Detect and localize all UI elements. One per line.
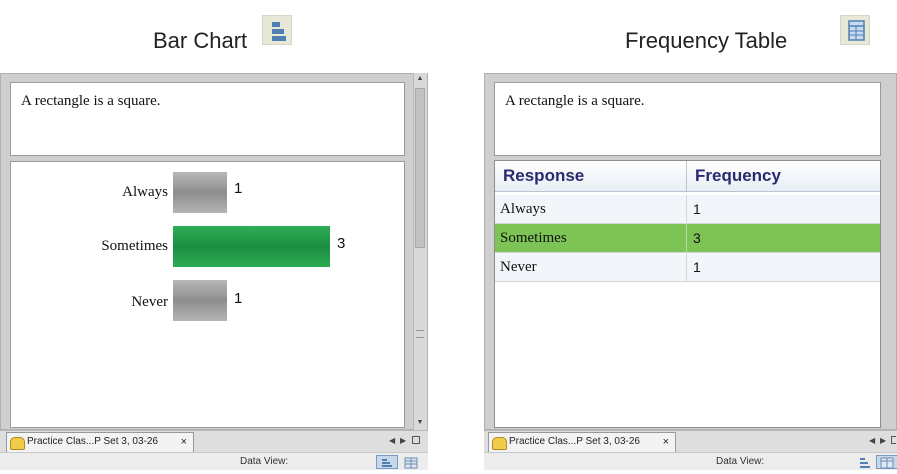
tab-nav-left-icon[interactable]: ◀	[869, 436, 875, 445]
question-prompt: A rectangle is a square.	[10, 82, 405, 156]
bar-label-sometimes: Sometimes	[101, 238, 168, 254]
bar-label-never: Never	[131, 294, 168, 310]
column-header-response[interactable]: Response	[495, 161, 687, 192]
scroll-grip-icon	[416, 330, 424, 338]
tab-list-icon[interactable]	[412, 436, 420, 444]
cell-frequency: 1	[693, 201, 701, 217]
scrollbar-thumb[interactable]	[415, 88, 425, 248]
tab-nav-left-icon[interactable]: ◀	[389, 436, 395, 445]
table-row[interactable]: Always 1	[495, 195, 880, 224]
document-tab-right[interactable]: Practice Clas...P Set 3, 03-26 ×	[488, 432, 676, 452]
cell-response: Sometimes	[495, 224, 687, 252]
tab-label-right: Practice Clas...P Set 3, 03-26	[509, 436, 640, 447]
tab-close-icon[interactable]: ×	[663, 433, 669, 451]
table-row[interactable]: Never 1	[495, 253, 880, 282]
bar-count-sometimes: 3	[337, 235, 346, 252]
calculator-icon	[492, 437, 507, 450]
bar-label-always: Always	[122, 184, 168, 200]
bar-chart-icon[interactable]	[262, 15, 292, 45]
calculator-icon	[10, 437, 25, 450]
tab-label: Practice Clas...P Set 3, 03-26	[27, 436, 158, 447]
cell-response: Always	[495, 195, 687, 223]
cell-frequency: 1	[693, 259, 701, 275]
scroll-down-icon[interactable]: ▼	[414, 418, 426, 428]
status-bar	[0, 452, 428, 470]
bar-count-always: 1	[234, 180, 243, 197]
table-row[interactable]: Sometimes 3	[495, 224, 880, 253]
data-view-bar-chart-icon[interactable]	[858, 456, 872, 468]
question-prompt-table: A rectangle is a square.	[494, 82, 881, 156]
bar-count-never: 1	[234, 290, 243, 307]
data-view-label: Data View:	[240, 456, 289, 467]
table-icon[interactable]	[840, 15, 870, 45]
column-header-frequency[interactable]: Frequency	[687, 161, 880, 192]
cell-frequency: 3	[693, 230, 701, 246]
document-tab[interactable]: Practice Clas...P Set 3, 03-26 ×	[6, 432, 194, 452]
cell-response: Never	[495, 253, 687, 281]
bar-never[interactable]	[173, 280, 227, 321]
data-view-bar-chart-icon[interactable]	[376, 455, 398, 469]
data-view-label-right: Data View:	[716, 456, 765, 467]
tab-nav-right-icon[interactable]: ▶	[400, 436, 406, 445]
bar-sometimes[interactable]	[173, 226, 330, 267]
table-header-row: Response Frequency	[495, 161, 880, 192]
tab-nav-right-icon[interactable]: ▶	[880, 436, 886, 445]
status-bar-right	[484, 452, 897, 470]
frequency-table-heading: Frequency Table	[625, 28, 788, 53]
bar-chart-heading: Bar Chart	[153, 28, 248, 53]
tab-list-icon[interactable]	[891, 436, 896, 444]
tab-close-icon[interactable]: ×	[181, 433, 187, 451]
bar-always[interactable]	[173, 172, 227, 213]
data-view-table-icon[interactable]	[876, 455, 897, 469]
data-view-table-icon[interactable]	[404, 456, 418, 469]
scroll-up-icon[interactable]: ▲	[414, 74, 426, 84]
frequency-table: Response Frequency Always 1 Sometimes 3 …	[494, 160, 881, 428]
